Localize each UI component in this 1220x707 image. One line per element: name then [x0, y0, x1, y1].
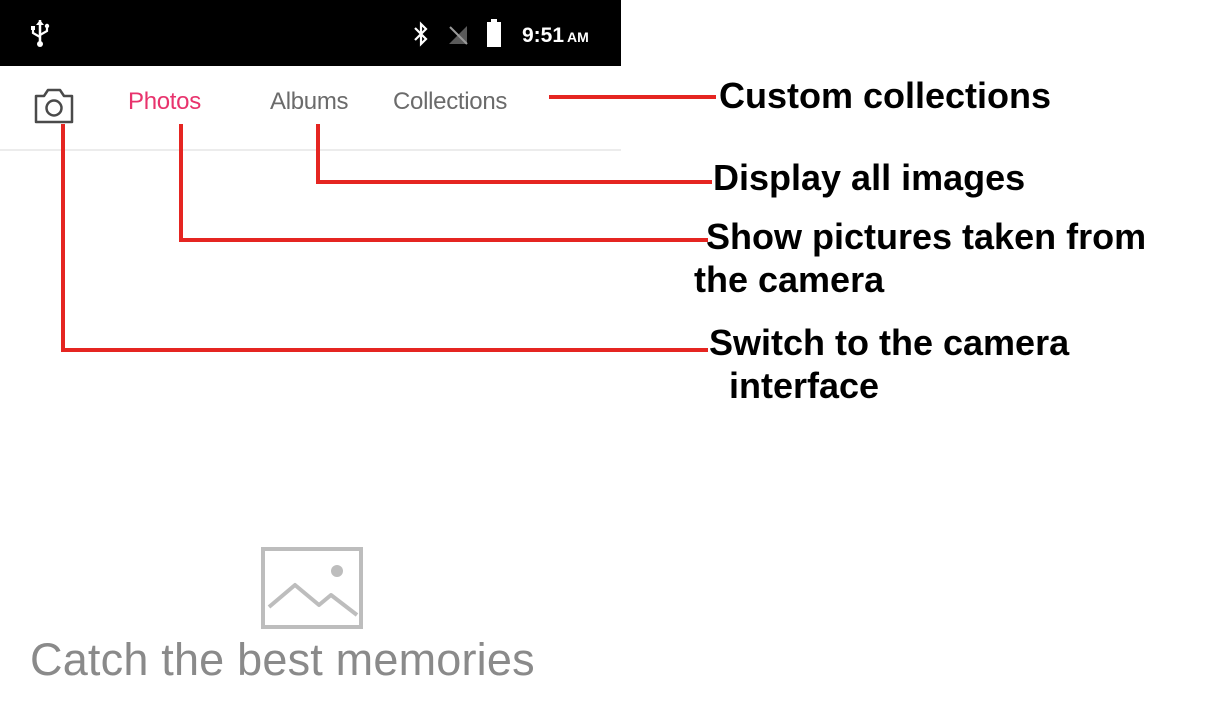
callout-line-albums — [316, 124, 712, 184]
callout-custom-collections: Custom collections — [719, 74, 1051, 117]
callout-show-camera-pictures: Show pictures taken from the camera — [694, 215, 1147, 301]
callout-text: Custom collections — [719, 75, 1052, 116]
callout-switch-to-camera: Switch to the camera interface — [709, 321, 1069, 407]
callout-text: Show pictures taken from — [706, 216, 1147, 257]
image-placeholder-icon — [261, 547, 363, 629]
empty-state-message: Catch the best memories — [30, 634, 535, 685]
callout-text: Display all images — [713, 157, 1026, 198]
callout-text: interface — [709, 365, 880, 406]
callout-display-all-images: Display all images — [713, 156, 1025, 199]
callout-text: the camera — [694, 259, 885, 300]
callout-line-camera — [61, 124, 708, 352]
callout-text: Switch to the camera — [709, 322, 1070, 363]
